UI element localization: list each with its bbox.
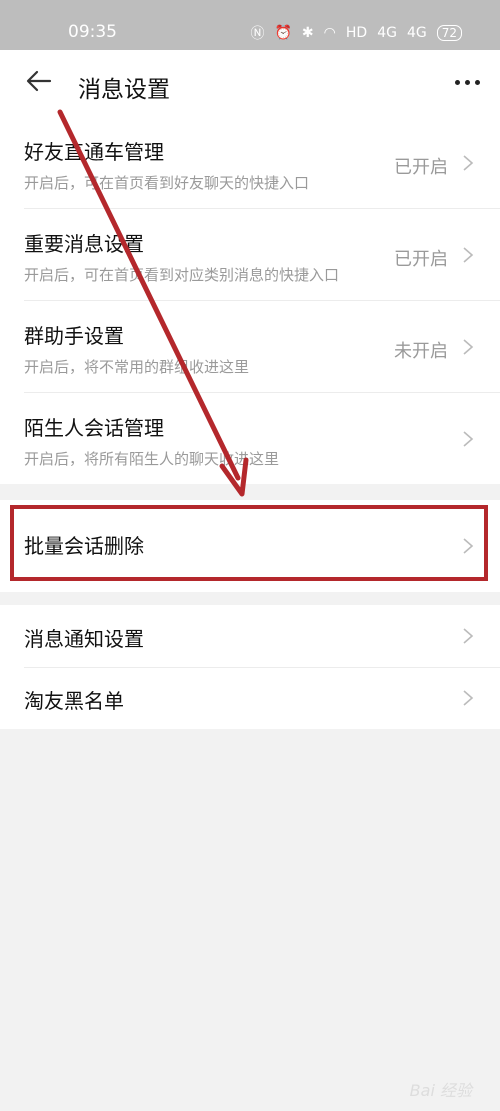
annotation-arrow bbox=[57, 109, 249, 497]
watermark: Bai 经验 bbox=[409, 1081, 472, 1100]
